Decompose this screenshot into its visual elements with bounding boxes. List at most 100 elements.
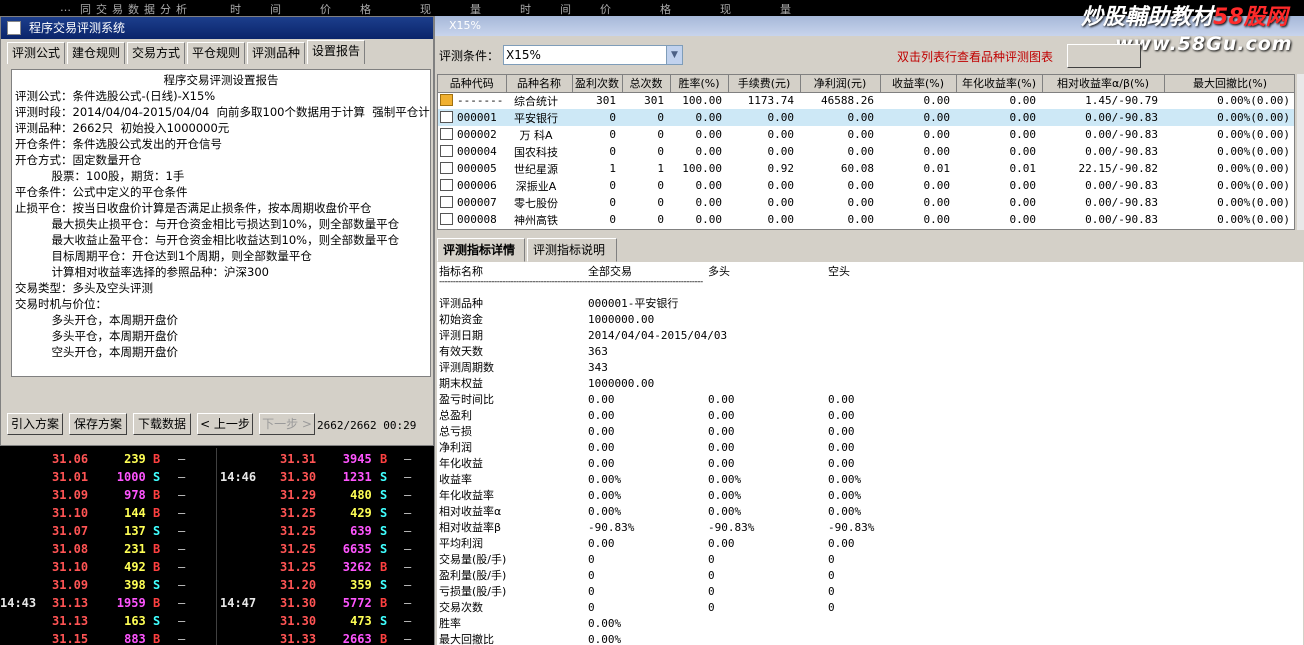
- next-step-button[interactable]: 下一步 >: [259, 413, 315, 435]
- tab-3[interactable]: 交易方式: [127, 42, 186, 64]
- dialog-titlebar[interactable]: 程序交易评测系统: [1, 17, 433, 39]
- metric-name: 初始资金: [439, 313, 483, 326]
- cell-text: 0: [609, 128, 616, 141]
- value-cell: 0.00: [670, 126, 728, 143]
- tape-dash: —: [178, 596, 186, 610]
- table-row[interactable]: 000007 零七股份 0 0 0.00 0.00 0.00 0.00 0.00 0.00/-90…: [438, 194, 1294, 211]
- tab-5[interactable]: 评测品种: [247, 42, 306, 64]
- table-row[interactable]: 000004 国农科技 0 0 0.00 0.00 0.00 0.00 0.00 0.00/-90…: [438, 143, 1294, 160]
- stock-name-cell: 综合统计: [506, 92, 572, 109]
- detail-row: 评测周期数 343: [437, 360, 1303, 376]
- report-line: 目标周期平仓：开仓达到1个周期，则全部数量平仓: [15, 249, 312, 263]
- column-header[interactable]: 品种代码: [438, 75, 507, 93]
- metric-value: 0.00%: [828, 489, 862, 502]
- results-table: 品种代码 品种名称 盈利次数 总次数 胜率(%) 手续费(元) 净利润(元) 收益率(%) 年化…: [437, 74, 1295, 230]
- column-header[interactable]: 胜率(%): [670, 75, 729, 93]
- cell-text: 0.00%(0.00): [1217, 196, 1290, 209]
- cell-text: 0.00: [767, 196, 795, 209]
- column-header[interactable]: 相对收益率α/β(%): [1042, 75, 1165, 93]
- report-line: 评测时段：2014/04/04-2015/04/04 向前多取100个数据用于计…: [15, 105, 431, 119]
- watermark-brand: 58股网: [1213, 5, 1288, 30]
- column-header[interactable]: 最大回撤比(%): [1164, 75, 1294, 93]
- value-cell: 0.00: [956, 126, 1042, 143]
- import-scheme-button[interactable]: 引入方案: [7, 413, 63, 435]
- settings-report: 程序交易评测设置报告 评测公式：条件选股公式-(日线)-X15% 评测时段：201…: [11, 69, 431, 377]
- prev-step-button[interactable]: < 上一步: [197, 413, 253, 435]
- column-header[interactable]: 手续费(元): [728, 75, 801, 93]
- cell-text: 301: [644, 94, 664, 108]
- value-cell: 301: [572, 92, 622, 109]
- table-header-row: 品种代码 品种名称 盈利次数 总次数 胜率(%) 手续费(元) 净利润(元) 收益率(%) 年化…: [438, 75, 1294, 93]
- metric-value: 0.00: [588, 441, 615, 454]
- tape-price: 31.06: [52, 452, 89, 466]
- header-strip-text: 同: [80, 3, 91, 16]
- column-header[interactable]: 盈利次数: [572, 75, 623, 93]
- column-header[interactable]: 年化收益率(%): [956, 75, 1043, 93]
- tape-price: 31.13: [52, 596, 89, 610]
- stock-code: 000007: [457, 196, 497, 209]
- cell-text: 国农科技: [514, 145, 558, 159]
- tab-1[interactable]: 评测公式: [7, 42, 66, 64]
- metric-name: 亏损量(股/手): [439, 585, 507, 598]
- table-row[interactable]: ------- 综合统计 301 301 100.00 1173.74 46588.26 0.…: [438, 92, 1294, 109]
- table-scrollbar[interactable]: [1297, 74, 1304, 230]
- tape-dash: —: [178, 470, 186, 484]
- column-header[interactable]: 总次数: [622, 75, 671, 93]
- header-strip-text: 时: [520, 3, 531, 16]
- tape-volume: 231: [124, 542, 146, 556]
- tab-4[interactable]: 平仓规则: [187, 42, 246, 64]
- value-cell: 0.00: [880, 211, 956, 228]
- column-header[interactable]: 净利润(元): [800, 75, 881, 93]
- metric-value: 0.00: [588, 393, 615, 406]
- detail-row: 胜率 0.00%: [437, 616, 1303, 632]
- metric-value: 0.00: [828, 409, 855, 422]
- table-row[interactable]: 000006 深振业A 0 0 0.00 0.00 0.00 0.00 0.00 0.00/-90…: [438, 177, 1294, 194]
- cell-text: 0.00: [923, 179, 951, 192]
- stock-code: 000002: [457, 128, 497, 141]
- tab-6[interactable]: 设置报告: [307, 40, 366, 64]
- metric-value: 363: [588, 345, 608, 358]
- stock-code: 000005: [457, 162, 497, 175]
- document-icon: [440, 213, 453, 225]
- table-row[interactable]: 000005 世纪星源 1 1 100.00 0.92 60.08 0.01 0.01 22.15…: [438, 160, 1294, 177]
- download-data-button[interactable]: 下载数据: [133, 413, 191, 435]
- condition-select[interactable]: X15% ▼: [503, 45, 683, 65]
- detail-row: 年化收益率 0.00% 0.00% 0.00%: [437, 488, 1303, 504]
- tape-row: 14:43 31.13 1959 B — 14:47 31.30 5772 B —: [0, 594, 434, 612]
- tape-volume: 6635: [342, 542, 372, 556]
- value-cell: 1: [622, 160, 670, 177]
- value-cell: 0.00: [956, 109, 1042, 126]
- value-cell: 0.00: [880, 194, 956, 211]
- tape-row: 31.10 492 B — 31.25 3262 B —: [0, 558, 434, 576]
- column-header[interactable]: 收益率(%): [880, 75, 957, 93]
- cell-text: 0.00%(0.00): [1217, 179, 1290, 192]
- column-header[interactable]: 品种名称: [506, 75, 573, 93]
- chevron-down-icon[interactable]: ▼: [666, 46, 682, 64]
- cell-text: 0: [657, 213, 664, 226]
- tape-side: S: [380, 470, 388, 484]
- table-row[interactable]: 000008 神州高铁 0 0 0.00 0.00 0.00 0.00 0.00 0.00/-90…: [438, 211, 1294, 228]
- table-row[interactable]: 000002 万 科A 0 0 0.00 0.00 0.00 0.00 0.00 0.00/-90…: [438, 126, 1294, 143]
- cell-text: 0.00: [695, 179, 723, 192]
- tape-price: 31.10: [52, 506, 89, 520]
- tape-dash: —: [178, 524, 186, 538]
- header-strip-text: 格: [660, 3, 671, 16]
- table-row[interactable]: 000001 平安银行 0 0 0.00 0.00 0.00 0.00 0.00 0.00/-90…: [438, 109, 1294, 126]
- value-cell: 60.08: [800, 160, 880, 177]
- detail-row: 总盈利 0.00 0.00 0.00: [437, 408, 1303, 424]
- stock-code-cell: 000002: [438, 126, 506, 143]
- value-cell: 0.01: [956, 160, 1042, 177]
- tab-metrics-help[interactable]: 评测指标说明: [527, 238, 617, 262]
- tape-dash: —: [404, 614, 412, 628]
- tape-volume: 163: [124, 614, 146, 628]
- window-icon: [7, 21, 21, 35]
- cell-text: 60.08: [840, 162, 874, 175]
- metric-name: 总盈利: [439, 409, 472, 422]
- header-strip-text: 时: [230, 3, 241, 16]
- tab-metrics-detail[interactable]: 评测指标详情: [437, 238, 525, 262]
- tab-2[interactable]: 建仓规则: [67, 42, 126, 64]
- save-scheme-button[interactable]: 保存方案: [69, 413, 127, 435]
- value-cell: 0: [572, 211, 622, 228]
- obscured-button[interactable]: [1067, 44, 1141, 68]
- value-cell: 0.92: [728, 160, 800, 177]
